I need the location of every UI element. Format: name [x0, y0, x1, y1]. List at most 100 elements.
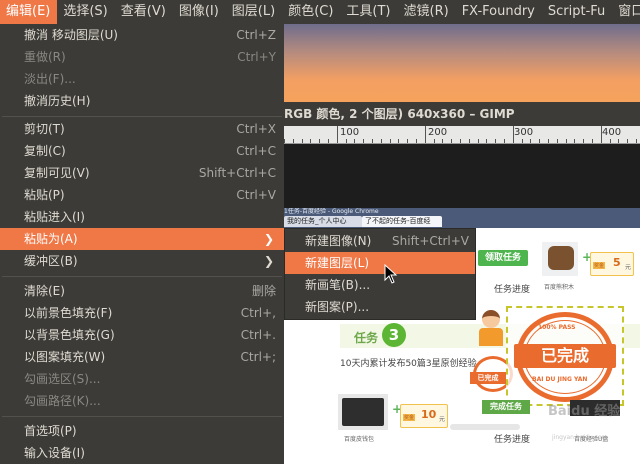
ruler-tick	[548, 139, 549, 143]
menu-item-label: 撤消 移动图层(U)	[24, 28, 118, 42]
watermark: Baidu 经验	[548, 404, 621, 419]
watermark-url: jingyan.baidu.com	[552, 434, 608, 441]
menu-item-label: 以图案填充(W)	[24, 350, 106, 364]
submenu-item-new-pattern[interactable]: 新图案(P)...	[285, 296, 475, 318]
menu-item-undo[interactable]: 撤消 移动图层(U) Ctrl+Z	[0, 24, 284, 46]
submenu-item-new-image[interactable]: 新建图像(N) Shift+Ctrl+V	[285, 230, 475, 252]
progress-bar	[450, 424, 520, 430]
reward-amount: 10	[421, 408, 437, 421]
submenu-item-new-brush[interactable]: 新画笔(B)...	[285, 274, 475, 296]
ruler-tick	[345, 139, 347, 143]
menu-item-copy-visible[interactable]: 复制可见(V) Shift+Ctrl+C	[0, 162, 284, 184]
horizontal-ruler[interactable]: 100 200 300 400	[280, 126, 640, 144]
reward-card: 奖金 5 元	[590, 252, 634, 276]
ruler-tick	[583, 139, 585, 143]
menu-item-stroke-selection[interactable]: 勾画选区(S)...	[0, 368, 284, 390]
ruler-tick	[380, 139, 382, 143]
menu-item-label: 勾画选区(S)...	[24, 372, 101, 386]
menu-item-redo[interactable]: 重做(R) Ctrl+Y	[0, 46, 284, 68]
ruler-tick	[284, 139, 285, 143]
menu-item-paste-as[interactable]: 粘贴为(A) ❯	[0, 228, 284, 250]
stamp-top-text: 100% PASS	[538, 324, 576, 331]
reward-card: 奖金 10 元	[400, 404, 448, 428]
task-title: 任务	[354, 331, 379, 345]
menu-item-undo-history[interactable]: 撤消历史(H)	[0, 90, 284, 112]
menu-item-shortcut: Ctrl+Z	[236, 28, 276, 42]
ruler-tick	[495, 139, 497, 143]
ruler-tick	[618, 139, 620, 143]
browser-title: 1任务-百度经验 - Google Chrome	[284, 208, 379, 215]
menu-item-paste-into[interactable]: 粘贴进入(I)	[0, 206, 284, 228]
menu-item-buffer[interactable]: 缓冲区(B) ❯	[0, 250, 284, 272]
menu-item-label: 撤消历史(H)	[24, 94, 91, 108]
menu-image[interactable]: 图像(I)	[173, 0, 226, 24]
menu-windows[interactable]: 窗口(W)	[612, 0, 640, 24]
chevron-right-icon: ❯	[263, 232, 274, 246]
stamp-bottom-text: BAI DU JING YAN	[532, 376, 588, 383]
ruler-tick	[328, 139, 329, 143]
menu-item-shortcut: 删除	[251, 284, 276, 298]
ruler-tick	[451, 139, 453, 143]
ruler-label: 300	[514, 127, 534, 138]
ruler-tick	[521, 139, 523, 143]
ruler-tick	[468, 139, 470, 143]
menu-item-label: 复制(C)	[24, 144, 66, 158]
menu-item-shortcut: Ctrl+C	[236, 144, 276, 158]
ruler-tick	[336, 126, 338, 143]
menu-item-paste[interactable]: 粘贴(P) Ctrl+V	[0, 184, 284, 206]
menu-colors[interactable]: 颜色(C)	[282, 0, 340, 24]
claim-task-button: 领取任务	[478, 250, 528, 266]
canvas-area[interactable]	[280, 144, 640, 208]
ruler-tick	[460, 139, 461, 143]
menu-separator	[2, 416, 282, 417]
menu-item-fill-fg[interactable]: 以前景色填充(F) Ctrl+,	[0, 302, 284, 324]
menu-item-label: 以前景色填充(F)	[24, 306, 113, 320]
menu-item-label: 以背景色填充(G)	[24, 328, 115, 342]
menu-item-copy[interactable]: 复制(C) Ctrl+C	[0, 140, 284, 162]
browser-tab[interactable]: 了不起的任务-百度经	[362, 216, 442, 227]
ruler-tick	[592, 139, 593, 143]
ruler-label: 100	[340, 127, 360, 138]
menu-item-stroke-path[interactable]: 勾画路径(K)...	[0, 390, 284, 412]
menu-select[interactable]: 选择(S)	[57, 0, 114, 24]
menu-filters[interactable]: 滤镜(R)	[398, 0, 456, 24]
menu-item-input-devices[interactable]: 输入设备(I)	[0, 442, 284, 464]
menu-item-label: 淡出(F)...	[24, 72, 76, 86]
ruler-tick	[574, 139, 576, 143]
menu-separator	[2, 116, 282, 117]
reward-label: 奖金	[593, 262, 606, 269]
menu-item-preferences[interactable]: 首选项(P)	[0, 420, 284, 442]
menu-item-shortcut: Ctrl+V	[236, 188, 276, 202]
menu-view[interactable]: 查看(V)	[115, 0, 173, 24]
menu-item-shortcut: Ctrl+,	[240, 306, 276, 320]
ruler-tick	[301, 139, 303, 143]
menu-item-label: 新建图层(L)	[305, 256, 370, 270]
menu-fx-foundry[interactable]: FX-Foundry	[456, 0, 542, 24]
menu-item-fill-pattern[interactable]: 以图案填充(W) Ctrl+;	[0, 346, 284, 368]
menu-item-label: 首选项(P)	[24, 424, 77, 438]
menu-tools[interactable]: 工具(T)	[340, 0, 397, 24]
edit-menu: 撤消 移动图层(U) Ctrl+Z 重做(R) Ctrl+Y 淡出(F)... 撤消…	[0, 24, 284, 464]
submenu-item-new-layer[interactable]: 新建图层(L)	[285, 252, 475, 274]
ruler-tick	[407, 139, 409, 143]
browser-tab[interactable]: 我的任务_个人中心	[284, 216, 362, 227]
ruler-tick	[600, 126, 602, 143]
complete-task-button: 完成任务	[482, 400, 530, 414]
small-stamp: 已完成	[470, 372, 506, 384]
menu-item-fade[interactable]: 淡出(F)...	[0, 68, 284, 90]
menu-item-label: 缓冲区(B)	[24, 254, 78, 268]
menu-layer[interactable]: 图层(L)	[226, 0, 282, 24]
stamp-main-text: 已完成	[514, 344, 616, 368]
ruler-tick	[354, 139, 356, 143]
menu-item-cut[interactable]: 剪切(T) Ctrl+X	[0, 118, 284, 140]
bear-toy-icon	[548, 246, 574, 270]
menu-edit[interactable]: 编辑(E)	[0, 0, 58, 24]
menu-item-fill-bg[interactable]: 以背景色填充(G) Ctrl+.	[0, 324, 284, 346]
ruler-tick	[389, 139, 391, 143]
task-number-badge: 3	[382, 323, 406, 347]
ruler-tick	[530, 139, 532, 143]
menu-script-fu[interactable]: Script-Fu	[542, 0, 612, 24]
ruler-tick	[512, 126, 514, 143]
menu-item-clear[interactable]: 清除(E) 删除	[0, 280, 284, 302]
ruler-tick	[363, 139, 365, 143]
